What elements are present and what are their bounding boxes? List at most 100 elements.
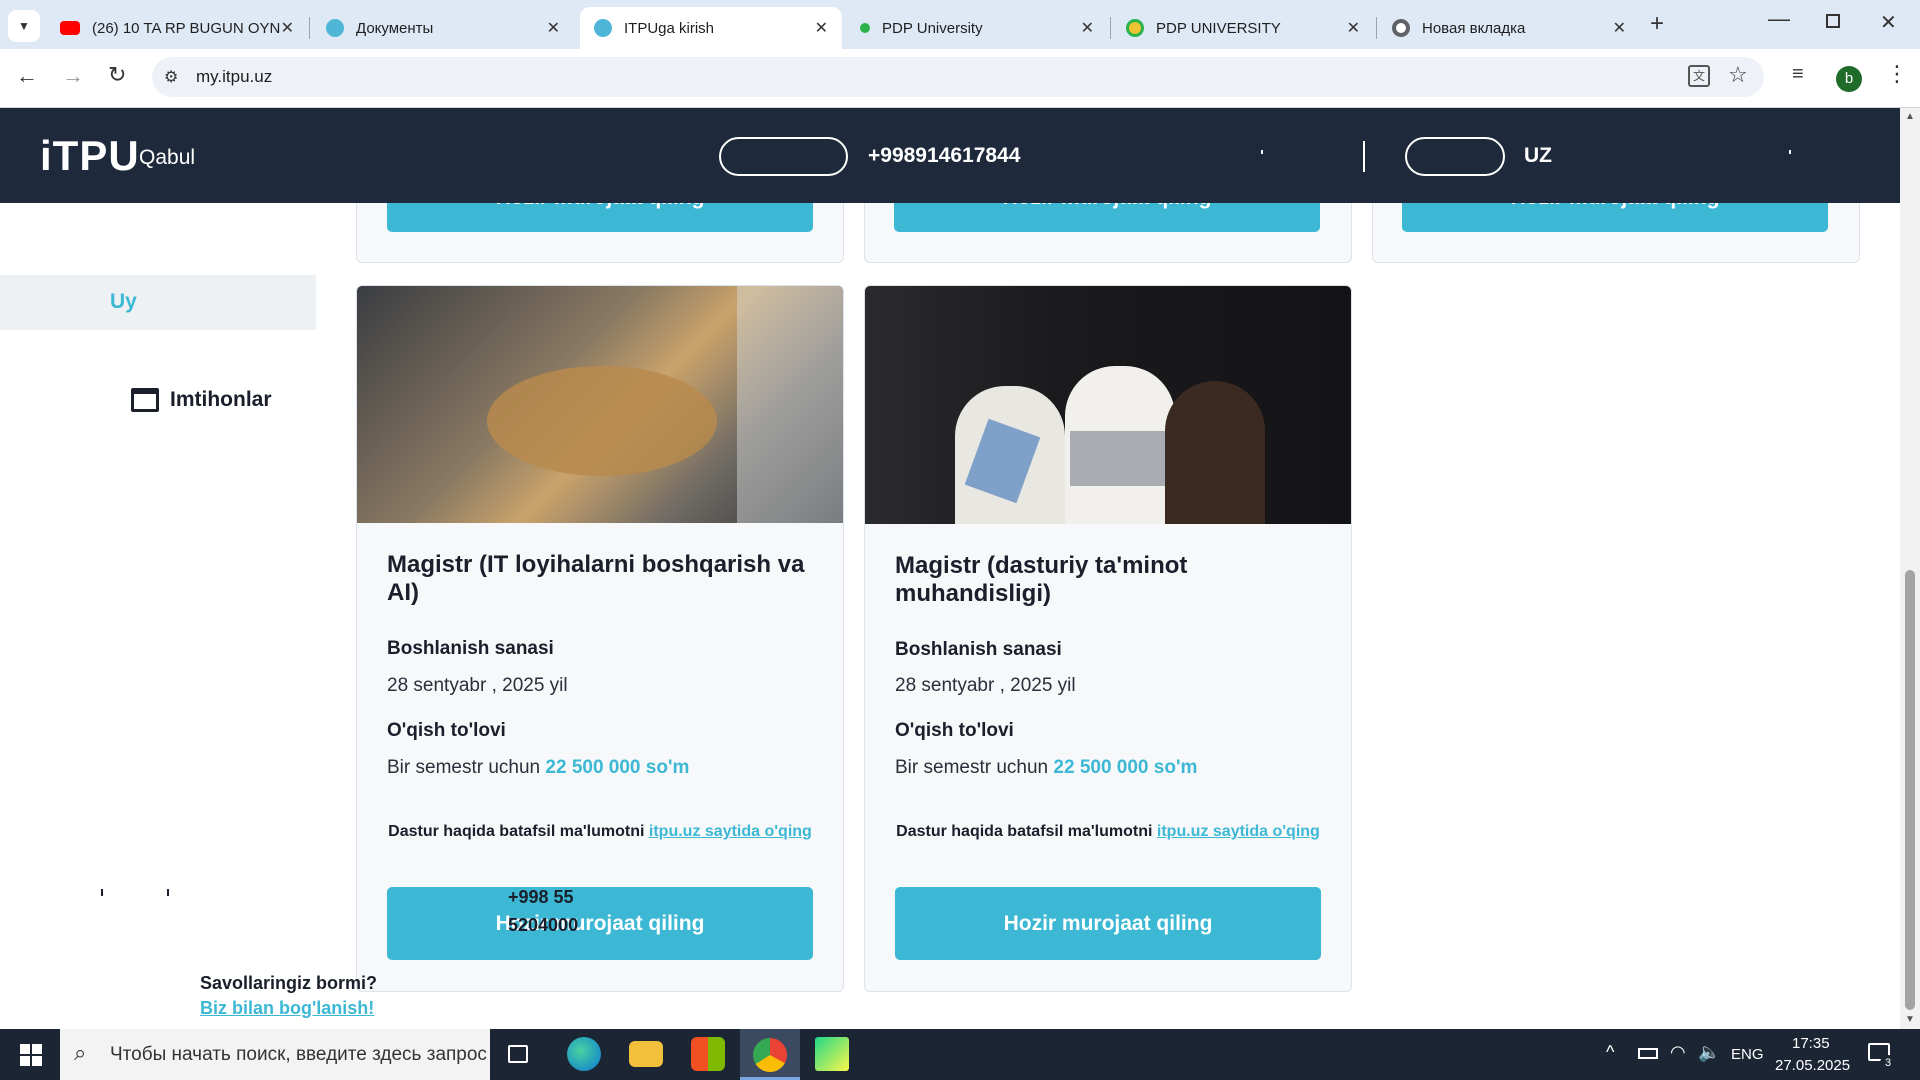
tray-chevron-up-icon[interactable]: ^	[1606, 1042, 1614, 1063]
url-text[interactable]: my.itpu.uz	[196, 67, 272, 87]
contact-phone[interactable]: +998 55 5204000	[508, 883, 600, 939]
header-divider	[1363, 141, 1365, 172]
tab-search-button[interactable]: ▼	[8, 10, 40, 42]
media-control-icon[interactable]: ≡	[1792, 63, 1804, 86]
sidebar-item-label: Uy	[110, 290, 137, 313]
clock-time[interactable]: 17:35	[1792, 1035, 1830, 1052]
task-view-icon[interactable]	[508, 1045, 528, 1063]
minimize-button[interactable]: —	[1768, 6, 1790, 32]
header-pill-button[interactable]	[719, 137, 848, 176]
photo-window-shape	[737, 286, 843, 523]
os-taskbar: ⌕ Чтобы начать поиск, введите здесь запр…	[0, 1029, 1920, 1080]
input-language[interactable]: ENG	[1731, 1046, 1764, 1063]
pycharm-icon[interactable]	[815, 1037, 849, 1071]
tab-title: (26) 10 TA RP BUGUN OYN	[92, 19, 281, 37]
header-dot	[1261, 150, 1263, 154]
apply-button-top-2[interactable]: Hozir murojaat qiling	[894, 203, 1320, 232]
itpu-icon	[594, 19, 612, 37]
browser-tab-bar: ▼ (26) 10 TA RP BUGUN OYN ✕ Документы ✕ …	[0, 0, 1920, 49]
taskbar-search-box[interactable]: ⌕ Чтобы начать поиск, введите здесь запр…	[60, 1029, 490, 1080]
page-scrollbar[interactable]: ▲ ▼	[1900, 108, 1920, 1029]
tab-divider	[309, 17, 310, 39]
questions-heading: Savollaringiz bormi?	[200, 973, 378, 993]
scroll-up-arrow-icon[interactable]: ▲	[1905, 111, 1915, 122]
apply-button-top-1[interactable]: Hozir murojaat qiling	[387, 203, 813, 232]
course-title: Magistr (IT loyihalarni boshqarish va AI…	[387, 551, 805, 606]
close-icon[interactable]: ✕	[1347, 18, 1360, 38]
forward-arrow-icon[interactable]: →	[62, 63, 84, 89]
more-menu-icon[interactable]: ⋮	[1886, 61, 1908, 87]
program-info: Dastur haqida batafsil ma'lumotni itpu.u…	[387, 821, 813, 843]
file-explorer-icon[interactable]	[629, 1041, 663, 1067]
apply-button-top-3[interactable]: Hozir murojaat qiling	[1402, 203, 1828, 232]
start-date-label: Boshlanish sanasi	[387, 638, 554, 659]
wifi-icon[interactable]: ◠	[1670, 1042, 1686, 1063]
course-title: Magistr (dasturiy ta'minot muhandisligi)	[895, 552, 1188, 607]
translate-icon[interactable]: 文	[1688, 65, 1710, 87]
scrollbar-thumb[interactable]	[1905, 570, 1915, 1010]
header-pill-button-2[interactable]	[1405, 137, 1505, 176]
microsoft-store-icon[interactable]	[691, 1037, 725, 1071]
close-icon[interactable]: ✕	[281, 18, 294, 38]
reload-icon[interactable]: ↻	[108, 62, 126, 88]
sidebar-item-label: Imtihonlar	[170, 388, 272, 411]
itpu-site-link[interactable]: itpu.uz saytida o'qing	[1157, 823, 1320, 840]
program-info: Dastur haqida batafsil ma'lumotni itpu.u…	[895, 821, 1321, 843]
sidebar-tick	[167, 889, 169, 896]
site-settings-icon[interactable]: ⚙	[164, 67, 178, 87]
language-switch[interactable]: UZ	[1524, 144, 1552, 168]
fee-prefix: Bir semestr uchun	[387, 757, 541, 778]
photo-person-shape	[1165, 381, 1265, 524]
apply-button[interactable]: Hozir murojaat qiling	[895, 887, 1321, 960]
tab-pdp-university[interactable]: PDP University ✕	[846, 7, 1108, 49]
restore-button[interactable]	[1826, 14, 1840, 28]
close-icon[interactable]: ✕	[815, 18, 828, 38]
tab-divider	[1376, 17, 1377, 39]
fee-prefix: Bir semestr uchun	[895, 757, 1049, 778]
sidebar-item-exams[interactable]: Imtihonlar	[130, 383, 300, 419]
program-info-text: Dastur haqida batafsil ma'lumotni	[388, 823, 645, 840]
start-date-value: 28 sentyabr , 2025 yil	[895, 675, 1076, 696]
fee-line: Bir semestr uchun 22 500 000 so'm	[895, 757, 1197, 779]
notification-count-badge: 3	[1880, 1055, 1896, 1071]
tab-youtube[interactable]: (26) 10 TA RP BUGUN OYN ✕	[46, 7, 308, 49]
photo-laptop-shape	[1070, 431, 1165, 486]
new-tab-button[interactable]: +	[1650, 10, 1664, 38]
tab-title: Документы	[356, 19, 434, 37]
taskbar-chrome-active[interactable]	[740, 1029, 800, 1080]
clock-date[interactable]: 27.05.2025	[1775, 1057, 1850, 1074]
edge-icon[interactable]	[567, 1037, 601, 1071]
apply-button[interactable]: Hozir murojaat qiling	[387, 887, 813, 960]
windows-start-icon[interactable]	[20, 1044, 42, 1066]
tab-title: PDP UNIVERSITY	[1156, 19, 1281, 37]
taskbar-search-placeholder[interactable]: Чтобы начать поиск, введите здесь запрос	[110, 1044, 487, 1066]
bookmark-star-icon[interactable]: ☆	[1728, 62, 1748, 88]
volume-icon[interactable]: 🔈	[1698, 1042, 1720, 1063]
address-toolbar: ← → ↻ ⚙ my.itpu.uz 文 ☆ ≡ b ⋮	[0, 49, 1920, 108]
tab-documents[interactable]: Документы ✕	[312, 7, 574, 49]
close-icon[interactable]: ✕	[1613, 18, 1626, 38]
close-icon[interactable]: ✕	[547, 18, 560, 38]
sidebar-item-home[interactable]: Uy	[0, 275, 316, 330]
exams-icon	[131, 388, 159, 412]
close-icon[interactable]: ✕	[1081, 18, 1094, 38]
avatar[interactable]: b	[1836, 66, 1862, 92]
fee-value: 22 500 000 so'm	[545, 757, 690, 778]
window-close-button[interactable]: ✕	[1880, 10, 1897, 35]
scroll-down-arrow-icon[interactable]: ▼	[1905, 1014, 1915, 1025]
itpu-logo[interactable]: iTPU	[40, 132, 140, 180]
itpu-site-link[interactable]: itpu.uz saytida o'qing	[649, 823, 812, 840]
contact-us-link[interactable]: Biz bilan bog'lanish!	[200, 998, 374, 1019]
tab-pdp-university-2[interactable]: PDP UNIVERSITY ✕	[1112, 7, 1374, 49]
tab-title: ITPUga kirish	[624, 19, 715, 37]
header-dot	[1789, 150, 1791, 154]
header-phone[interactable]: +998914617844	[868, 144, 1020, 168]
start-date-label: Boshlanish sanasi	[895, 639, 1062, 660]
tab-itpu-active[interactable]: ITPUga kirish ✕	[580, 7, 842, 49]
fee-label: O'qish to'lovi	[895, 720, 1014, 741]
header-section-title: Qabul	[139, 146, 196, 169]
omnibox[interactable]: ⚙ my.itpu.uz 文 ☆	[152, 57, 1764, 97]
battery-icon[interactable]	[1638, 1048, 1658, 1059]
back-arrow-icon[interactable]: ←	[16, 63, 38, 89]
tab-new[interactable]: Новая вкладка ✕	[1378, 7, 1640, 49]
